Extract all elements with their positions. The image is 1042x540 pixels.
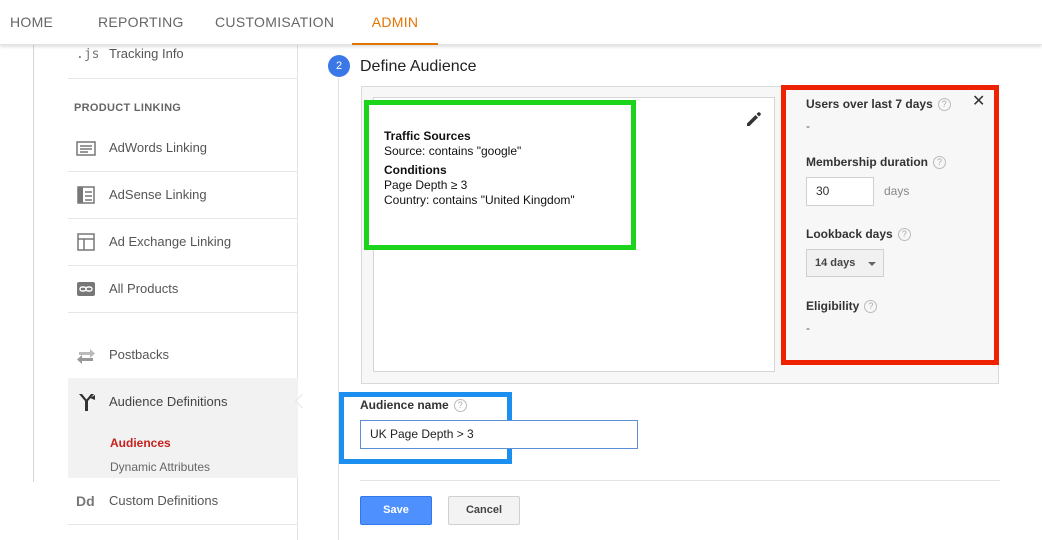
sidebar-item-label: All Products bbox=[109, 281, 179, 296]
divider bbox=[360, 480, 1000, 481]
highlight-red-side-panel bbox=[781, 85, 999, 365]
membership-duration-unit: days bbox=[884, 184, 910, 198]
membership-label-text: Membership duration bbox=[806, 155, 929, 169]
users-label-text: Users over last 7 days bbox=[806, 97, 933, 111]
lookback-days-value: 14 days bbox=[815, 257, 856, 269]
link-icon bbox=[77, 282, 95, 296]
lookback-days-select[interactable]: 14 days bbox=[806, 249, 884, 277]
sidebar-item-postbacks[interactable]: Postbacks bbox=[68, 332, 298, 379]
sidebar-item-ad-exchange-linking[interactable]: Ad Exchange Linking bbox=[68, 219, 298, 266]
sidebar: .js Tracking Info PRODUCT LINKING AdWord… bbox=[68, 45, 298, 540]
top-navigation: HOME REPORTING CUSTOMISATION ADMIN bbox=[0, 0, 1042, 45]
help-icon[interactable]: ? bbox=[864, 300, 878, 313]
traffic-source-condition: Source: contains "google" bbox=[384, 144, 522, 158]
tab-reporting[interactable]: REPORTING bbox=[88, 0, 194, 45]
js-icon: .js bbox=[76, 47, 100, 62]
sidebar-item-audience-definitions[interactable]: Audience Definitions Audiences Dynamic A… bbox=[68, 378, 298, 478]
section-label-product-linking: PRODUCT LINKING bbox=[74, 102, 182, 114]
lookback-label-text: Lookback days bbox=[806, 227, 893, 241]
audience-name-label: Audience name? bbox=[360, 398, 467, 412]
help-icon[interactable]: ? bbox=[937, 98, 951, 111]
lookback-days-label: Lookback days? bbox=[806, 227, 911, 241]
help-icon[interactable]: ? bbox=[933, 156, 947, 169]
condition-country: Country: contains "United Kingdom" bbox=[384, 193, 575, 207]
chevron-down-icon bbox=[868, 262, 876, 266]
sidebar-item-tracking-info[interactable]: .js Tracking Info bbox=[68, 45, 298, 79]
eligibility-label: Eligibility? bbox=[806, 299, 878, 313]
audience-fork-icon bbox=[79, 394, 95, 411]
membership-duration-input[interactable]: 30 bbox=[806, 177, 874, 206]
step-number-badge: 2 bbox=[328, 55, 350, 77]
sidebar-item-label: Audience Definitions bbox=[109, 394, 228, 409]
sidebar-item-all-products[interactable]: All Products bbox=[68, 266, 298, 313]
ad-exchange-icon bbox=[77, 233, 95, 251]
postbacks-icon bbox=[77, 349, 95, 364]
sidebar-item-label: Tracking Info bbox=[109, 46, 184, 61]
edit-pencil-icon[interactable] bbox=[744, 109, 764, 129]
page-title: Define Audience bbox=[360, 58, 477, 75]
sidebar-item-adsense-linking[interactable]: AdSense Linking bbox=[68, 172, 298, 219]
users-over-7-days-label: Users over last 7 days? bbox=[806, 97, 951, 111]
cancel-button[interactable]: Cancel bbox=[448, 496, 520, 525]
left-column-divider bbox=[33, 45, 34, 482]
membership-duration-label: Membership duration? bbox=[806, 155, 947, 169]
sidebar-item-label: Custom Definitions bbox=[109, 493, 219, 508]
audience-name-input[interactable]: UK Page Depth > 3 bbox=[360, 420, 638, 449]
tab-admin[interactable]: ADMIN bbox=[352, 0, 438, 45]
audience-name-label-text: Audience name bbox=[360, 398, 449, 412]
sidebar-item-label: Ad Exchange Linking bbox=[109, 234, 232, 249]
sidebar-item-label: AdWords Linking bbox=[109, 140, 208, 155]
help-icon[interactable]: ? bbox=[897, 228, 911, 241]
close-icon[interactable]: ✕ bbox=[972, 94, 985, 110]
adsense-icon bbox=[77, 186, 95, 204]
sidebar-subitem-audiences[interactable]: Audiences bbox=[110, 436, 171, 450]
sidebar-item-custom-definitions[interactable]: Dd Custom Definitions bbox=[68, 478, 298, 525]
help-icon[interactable]: ? bbox=[453, 399, 467, 412]
tab-home[interactable]: HOME bbox=[0, 0, 63, 45]
eligibility-value: - bbox=[806, 321, 810, 335]
step-connector-line bbox=[338, 78, 339, 540]
sidebar-subitem-dynamic-attributes[interactable]: Dynamic Attributes bbox=[110, 460, 210, 474]
sidebar-item-label: Postbacks bbox=[109, 347, 169, 362]
traffic-sources-title: Traffic Sources bbox=[384, 129, 471, 143]
sidebar-item-adwords-linking[interactable]: AdWords Linking bbox=[68, 125, 298, 172]
save-button[interactable]: Save bbox=[360, 496, 432, 525]
adwords-icon bbox=[76, 141, 96, 156]
dd-icon: Dd bbox=[76, 493, 95, 509]
conditions-title: Conditions bbox=[384, 163, 447, 177]
tab-customisation[interactable]: CUSTOMISATION bbox=[205, 0, 344, 45]
condition-page-depth: Page Depth ≥ 3 bbox=[384, 178, 468, 192]
sidebar-item-label: AdSense Linking bbox=[109, 187, 207, 202]
eligibility-label-text: Eligibility bbox=[806, 299, 860, 313]
users-value: - bbox=[806, 119, 810, 133]
